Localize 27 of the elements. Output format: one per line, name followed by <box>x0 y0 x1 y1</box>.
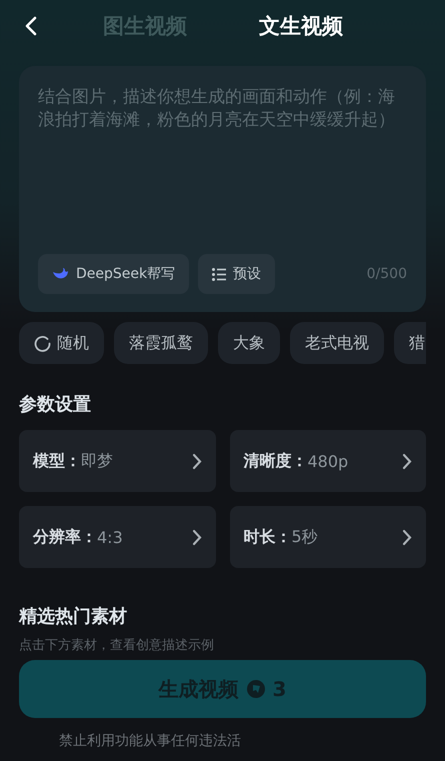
character-counter: 0/500 <box>366 266 407 282</box>
prompt-chip[interactable]: 老式电视 <box>290 322 384 364</box>
disclaimer-text: 禁止利用功能从事任何违法活 <box>58 732 242 750</box>
prompt-chip[interactable]: 猎 <box>394 322 426 364</box>
coin-icon <box>246 680 265 698</box>
chevron-right-icon <box>192 452 202 470</box>
chevron-right-icon <box>192 528 202 546</box>
section-title: 参数设置 <box>19 393 92 416</box>
deepseek-assist-button[interactable]: DeepSeek帮写 <box>38 254 190 294</box>
setting-button[interactable]: 时长：5秒 <box>230 506 426 568</box>
random-chip[interactable]: 随机 <box>19 322 104 364</box>
setting-button[interactable]: 清晰度：480p <box>230 430 426 492</box>
setting-button[interactable]: 分辨率：4:3 <box>19 506 216 568</box>
chevron-right-icon <box>402 528 412 546</box>
section-title: 精选热门素材 <box>19 605 128 628</box>
back-icon <box>25 16 37 36</box>
refresh-icon <box>34 334 51 352</box>
whale-icon <box>52 267 69 281</box>
setting-button[interactable]: 模型：即梦 <box>19 430 216 492</box>
list-icon <box>212 268 226 280</box>
prompt-chip[interactable]: 落霞孤鹜 <box>114 322 208 364</box>
preset-button[interactable]: 预设 <box>198 254 276 294</box>
chevron-right-icon <box>402 452 412 470</box>
section-subtitle: 点击下方素材，查看创意描述示例 <box>19 637 215 654</box>
prompt-field[interactable]: 结合图片，描述你想生成的画面和动作（例：海浪拍打着海滩，粉色的月亮在天空中缓缓升起） DeepSeek帮写 预设 0/500 <box>19 66 426 312</box>
prompt-chip[interactable]: 大象 <box>218 322 280 364</box>
mode-tab[interactable]: 文生视频 <box>259 12 343 40</box>
